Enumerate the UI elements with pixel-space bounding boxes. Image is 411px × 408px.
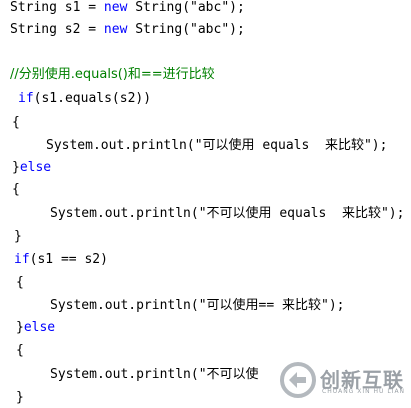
code-line-9: System.out.println("不可以使用 equals 来比较"); [50, 206, 404, 222]
code-line-1: String s1 = new String("abc"); [10, 0, 245, 16]
code-text: System.out.println("可以使用 equals 来比较"); [46, 138, 388, 153]
code-line-10: } [14, 229, 22, 245]
code-line-17: } [16, 390, 24, 406]
code-line-13: System.out.println("可以使用== 来比较"); [50, 298, 345, 314]
keyword: else [23, 320, 56, 335]
code-line-12: { [16, 275, 24, 291]
code-line-5: { [12, 115, 20, 131]
code-line-2: String s2 = new String("abc"); [10, 22, 245, 38]
brand-logo-icon [280, 362, 316, 398]
code-comment: //分别使用.equals()和==进行比较 [10, 67, 215, 82]
code-line-3: //分别使用.equals()和==进行比较 [10, 67, 215, 83]
code-line-16: System.out.println("不可以使 [50, 367, 259, 383]
code-text: String("abc"); [127, 22, 245, 37]
keyword: else [19, 160, 52, 175]
code-text: System.out.println("不可以使 [50, 367, 259, 382]
code-text: } [16, 390, 24, 405]
code-line-15: { [16, 343, 24, 359]
code-text: } [16, 320, 24, 335]
watermark: 创新互联 CHUANG XIN HU LIAN [278, 360, 408, 400]
code-text: String s2 = [10, 22, 104, 37]
code-line-8: { [12, 182, 20, 198]
code-line-4: if(s1.equals(s2)) [18, 91, 151, 107]
code-line-11: if(s1 == s2) [14, 252, 108, 268]
keyword: new [103, 0, 128, 15]
code-text: String("abc"); [127, 0, 245, 15]
watermark-subtext: CHUANG XIN HU LIAN [322, 388, 406, 395]
code-text: (s1 == s2) [29, 252, 108, 267]
code-text: (s1.equals(s2)) [33, 91, 152, 106]
code-text: { [16, 343, 24, 358]
code-text: System.out.println("可以使用== 来比较"); [50, 298, 345, 313]
code-line-7: }else [12, 160, 51, 176]
code-text: { [12, 182, 20, 197]
code-text: System.out.println("不可以使用 equals 来比较"); [50, 206, 405, 221]
code-text: { [12, 115, 20, 130]
code-text: { [16, 275, 24, 290]
code-line-14: }else [16, 320, 55, 336]
code-text: } [14, 229, 22, 244]
code-text: String s1 = [10, 0, 104, 15]
keyword: if [18, 91, 34, 106]
keyword: if [14, 252, 30, 267]
code-line-6: System.out.println("可以使用 equals 来比较"); [46, 138, 387, 154]
keyword: new [103, 22, 128, 37]
code-text: } [12, 160, 20, 175]
